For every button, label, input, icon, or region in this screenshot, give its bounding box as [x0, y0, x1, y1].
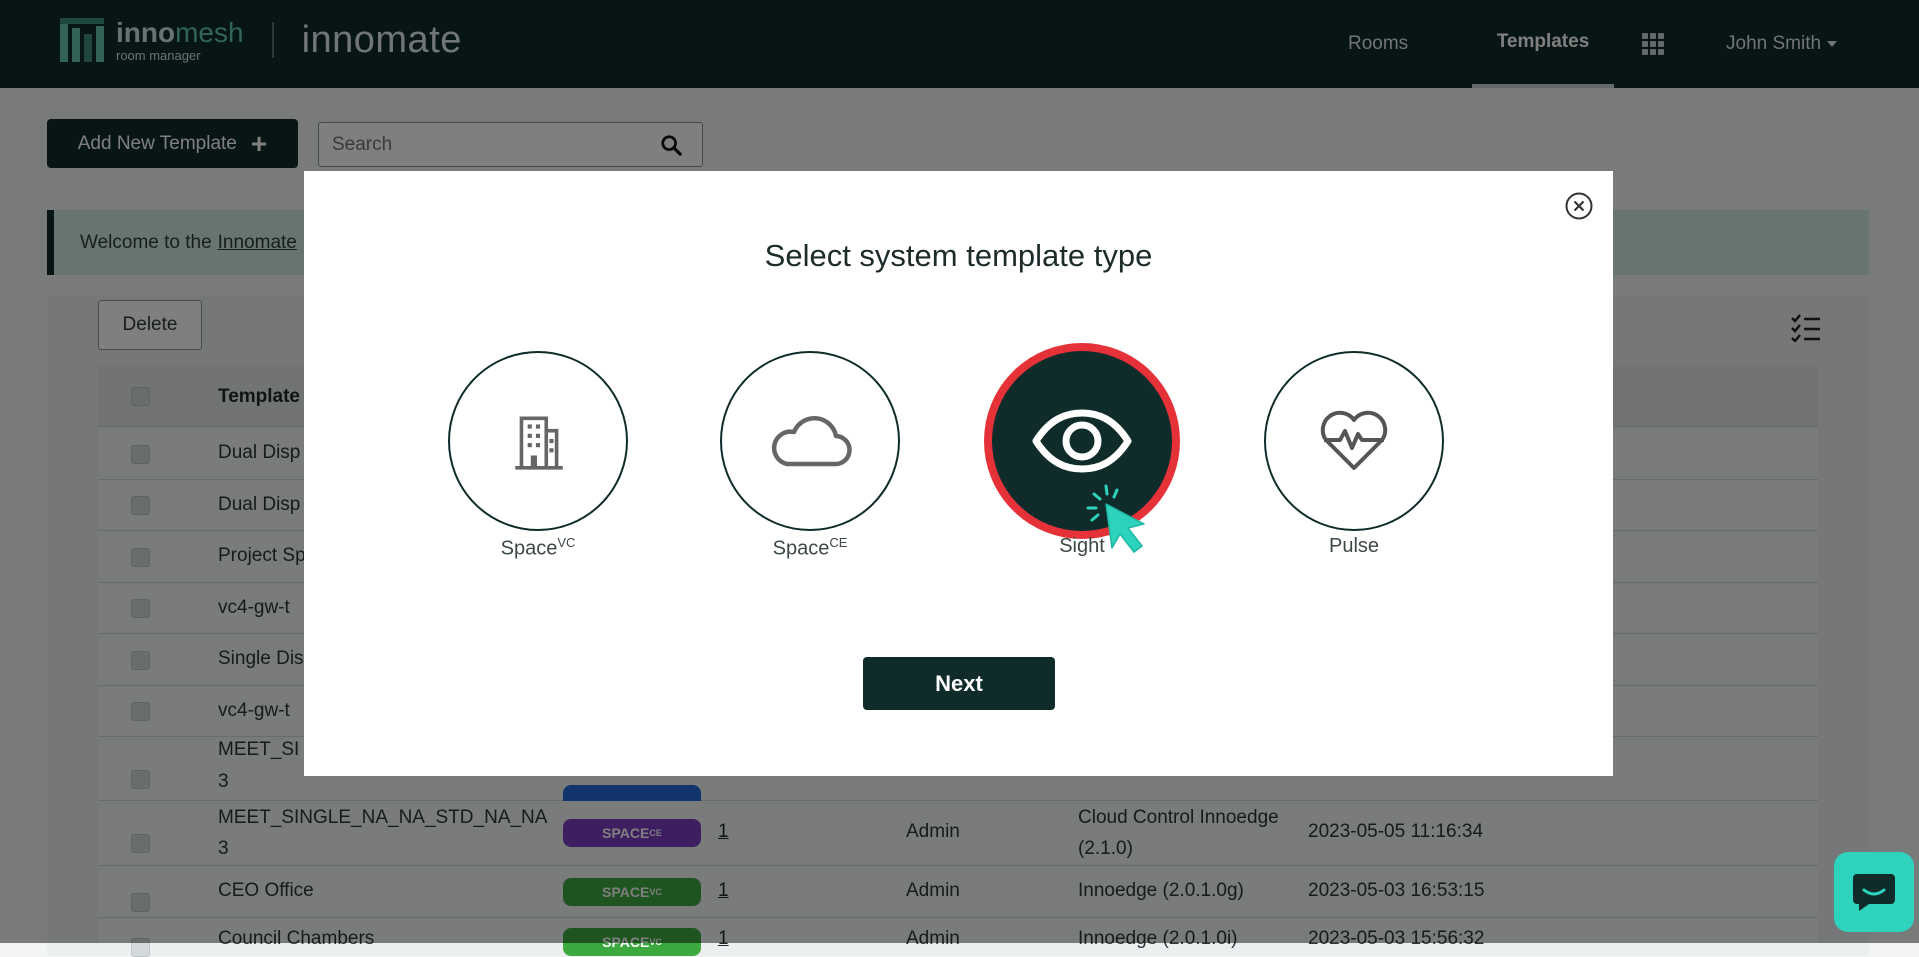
option-space-ce[interactable]	[720, 351, 900, 531]
option-label-space-ce: SpaceCE	[772, 535, 848, 560]
option-label-space-vc: SpaceVC	[500, 535, 576, 560]
chat-widget-button[interactable]	[1834, 852, 1914, 932]
template-type-dialog: Select system template type SpaceVC Spac…	[304, 171, 1613, 776]
next-button[interactable]: Next	[863, 657, 1055, 710]
dialog-title: Select system template type	[764, 238, 1153, 273]
option-pulse[interactable]	[1264, 351, 1444, 531]
option-space-vc[interactable]	[448, 351, 628, 531]
heartbeat-icon	[1320, 410, 1388, 470]
chat-icon	[1853, 874, 1895, 911]
option-label-pulse: Pulse	[1328, 535, 1380, 557]
cloud-icon	[771, 415, 852, 467]
close-icon[interactable]	[1564, 191, 1594, 221]
eye-icon	[1032, 409, 1132, 473]
building-icon	[515, 416, 563, 470]
pointer-cursor-icon	[1086, 484, 1145, 553]
